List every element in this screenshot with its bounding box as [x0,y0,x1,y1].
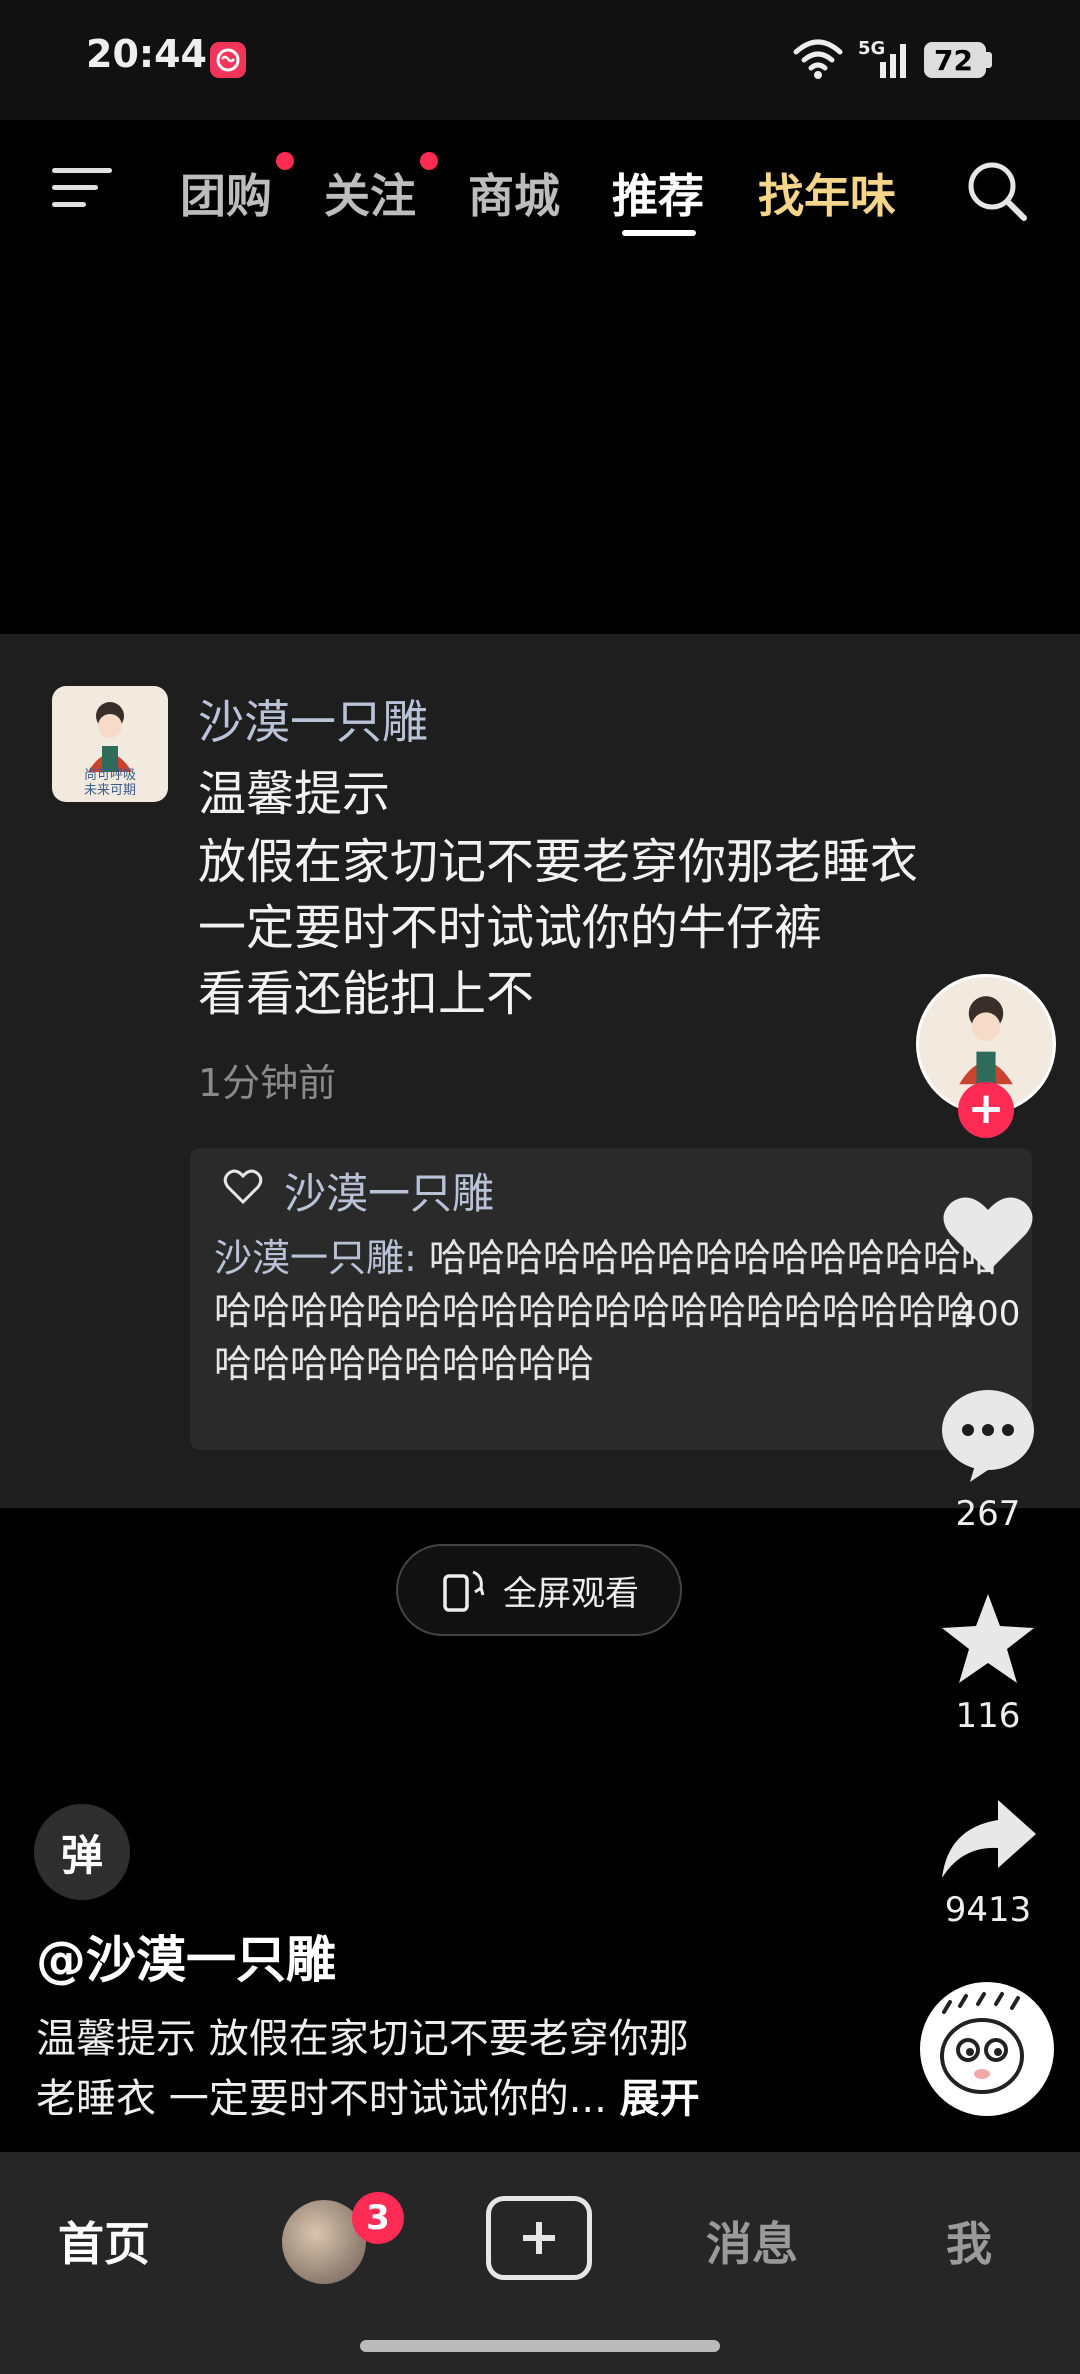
tab-messages[interactable]: 消息 [706,2208,798,2274]
favorite-count: 116 [955,1696,1021,1736]
share-icon[interactable] [936,1790,1040,1894]
reply-liker-name[interactable]: 沙漠一只雕 [284,1160,494,1221]
reply-colon: : [404,1236,429,1280]
tab-new-year-flavor[interactable]: 找年味 [758,160,896,226]
plus-icon [523,2222,555,2254]
home-indicator [360,2340,720,2352]
battery-indicator: 72 [924,42,986,78]
heart-icon[interactable] [936,1180,1040,1284]
reply-text: 沙漠一只雕: 哈哈哈哈哈哈哈哈哈哈哈哈哈哈哈哈哈哈哈哈哈哈哈哈哈哈哈哈哈哈哈哈哈… [214,1232,1004,1391]
expand-button[interactable]: 展开 [620,2076,700,2122]
star-icon[interactable] [936,1588,1040,1692]
video-author[interactable]: @沙漠一只雕 [36,1920,336,1992]
comment-icon[interactable] [936,1382,1040,1486]
comment-time: 1分钟前 [198,1061,337,1105]
share-count: 9413 [944,1890,1032,1930]
rotate-phone-icon [443,1570,485,1612]
danmu-toggle-button[interactable]: 弹 [34,1804,130,1900]
tab-group-buy-dot [276,152,294,170]
tab-following[interactable]: 关注 [324,160,416,226]
fullscreen-button[interactable]: 全屏观看 [396,1544,682,1636]
friends-badge: 3 [352,2192,404,2244]
comment-line-3: 一定要时不时试试你的牛仔裤 [198,900,823,956]
menu-icon[interactable] [52,164,116,212]
fullscreen-label: 全屏观看 [503,1573,639,1614]
caption-line-2: 老睡衣 一定要时不时试试你的... 展开 [36,2066,700,2124]
tab-group-buy[interactable]: 团购 [180,160,272,226]
status-time: 20:44 [86,32,207,76]
wifi-icon [793,39,843,79]
music-disc[interactable] [920,1982,1054,2116]
comment-username[interactable]: 沙漠一只雕 [198,686,428,752]
avatar-caption: 尚可呼吸 未来可期 [83,768,136,798]
heart-outline-icon [223,1169,263,1205]
app-notification-icon [210,42,246,78]
create-button[interactable] [486,2196,592,2280]
active-tab-indicator [622,230,696,236]
battery-cap [986,52,992,68]
comment-line-2: 放假在家切记不要老穿你那老睡衣 [198,834,919,890]
signal-icon [880,44,906,78]
tab-following-dot [420,152,438,170]
comment-avatar[interactable]: 尚可呼吸 未来可期 [52,686,168,802]
search-icon[interactable] [964,158,1030,224]
reply-author[interactable]: 沙漠一只雕 [214,1236,404,1280]
battery-level: 72 [934,43,973,77]
like-count: 400 [955,1294,1021,1334]
caption-line-1: 温馨提示 放假在家切记不要老穿你那 [36,2016,689,2062]
tab-recommend[interactable]: 推荐 [612,160,704,226]
comment-count: 267 [955,1494,1021,1534]
tab-mall[interactable]: 商城 [468,160,560,226]
comment-line-1: 温馨提示 [198,766,391,822]
tab-home[interactable]: 首页 [58,2208,150,2274]
follow-plus-icon[interactable]: + [958,1082,1014,1138]
caption-line-2-text: 老睡衣 一定要时不时试试你的... [36,2076,607,2122]
tab-me[interactable]: 我 [946,2208,992,2274]
comment-line-4: 看看还能扣上不 [198,966,535,1022]
